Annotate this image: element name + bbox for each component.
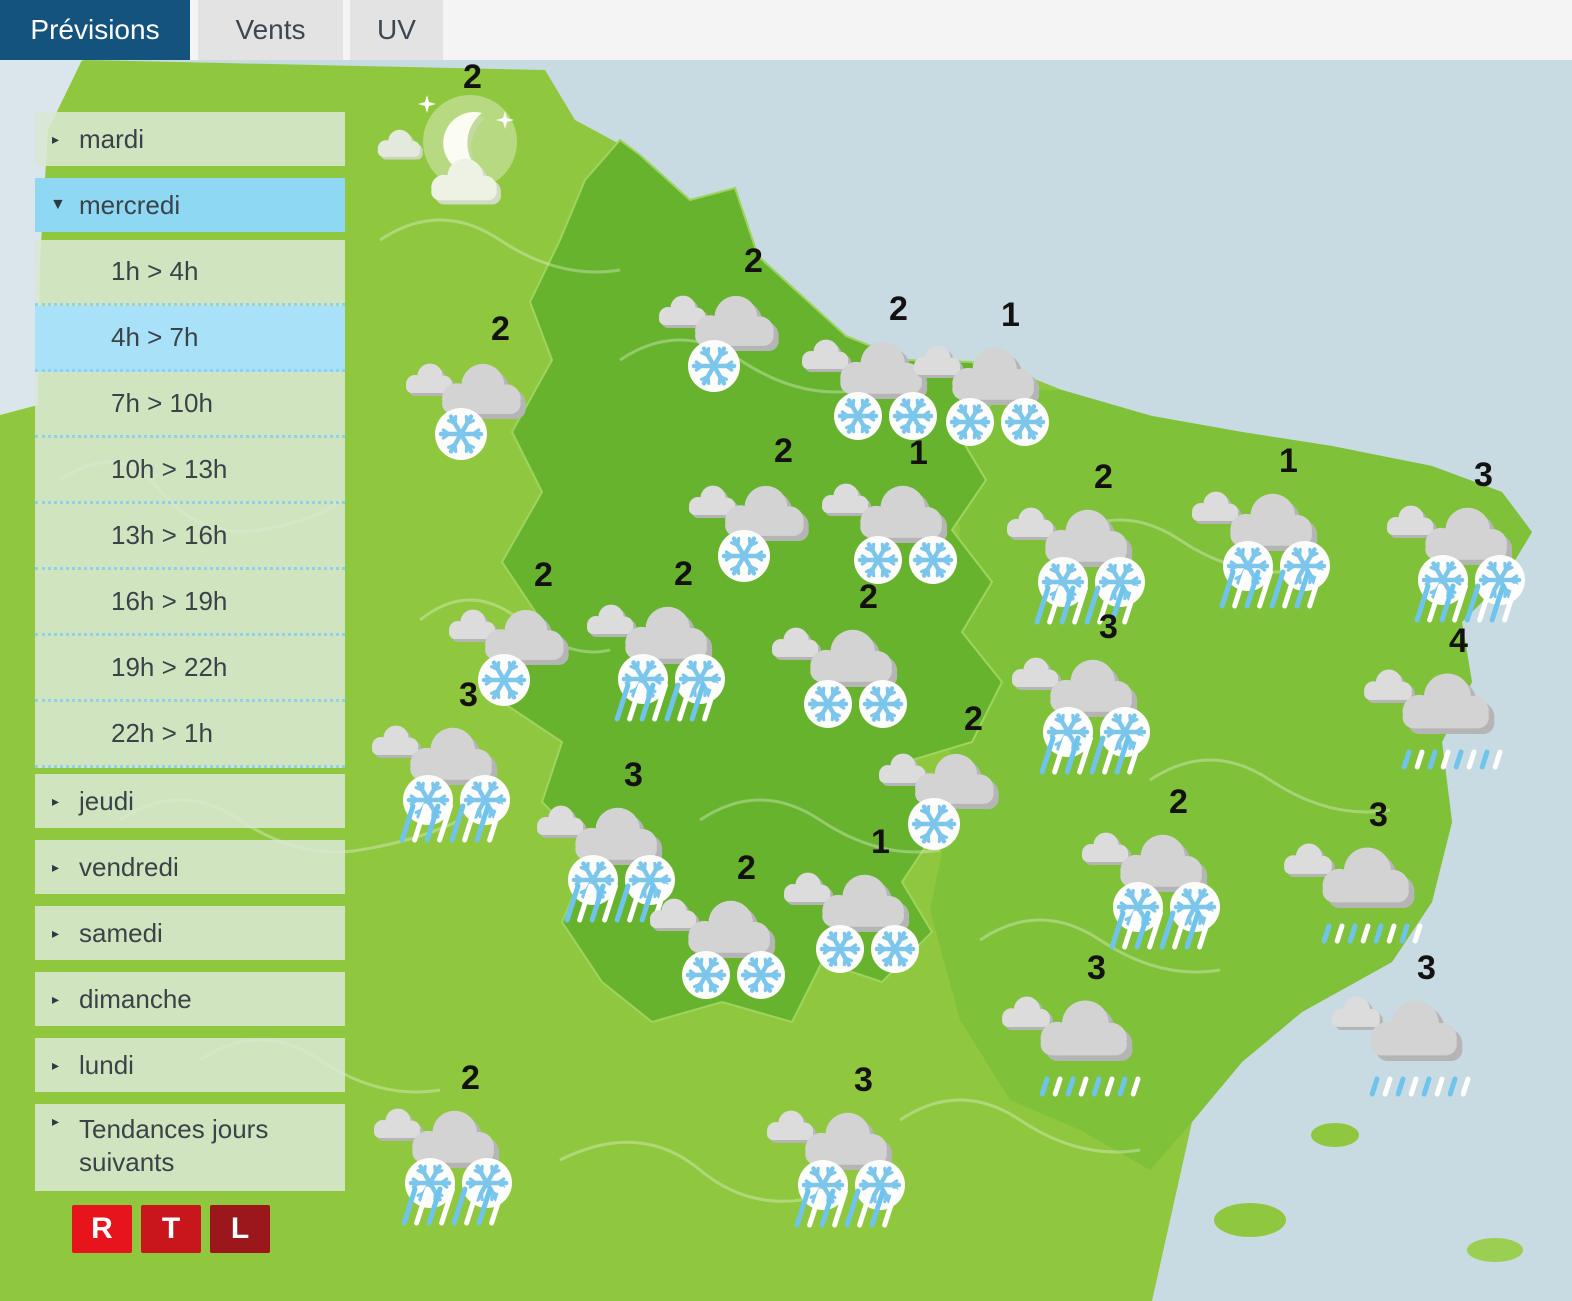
rtl-logo-letter-t: T: [141, 1205, 201, 1253]
sidebar-menu: ▸ mardi ▼ mercredi 1h > 4h 4h > 7h 7h > 10h 10h…: [35, 112, 345, 1191]
sidebar-item-label: 7h > 10h: [111, 388, 213, 418]
sidebar-item-slot-16h-19h[interactable]: 16h > 19h: [35, 570, 345, 636]
sidebar-item-mardi[interactable]: ▸ mardi: [35, 112, 345, 166]
chevron-right-icon: ▸: [52, 112, 59, 166]
chevron-right-icon: ▸: [52, 774, 59, 828]
rtl-logo-letter-r: R: [72, 1205, 132, 1253]
weather-app-screen: 22212212132223432323123323 Prévisions Ve…: [0, 0, 1572, 1301]
chevron-down-icon: ▼: [50, 178, 66, 232]
sidebar-item-slot-1h-4h[interactable]: 1h > 4h: [35, 240, 345, 306]
rtl-logo[interactable]: RTL: [72, 1205, 382, 1253]
sidebar-item-label: lundi: [79, 1050, 134, 1080]
chevron-right-icon: ▸: [52, 906, 59, 960]
sidebar-item-label: 1h > 4h: [111, 256, 198, 286]
sidebar-item-label: 22h > 1h: [111, 718, 213, 748]
sidebar-item-label: 16h > 19h: [111, 586, 227, 616]
sidebar-item-vendredi[interactable]: ▸ vendredi: [35, 840, 345, 894]
sidebar-item-samedi[interactable]: ▸ samedi: [35, 906, 345, 960]
sidebar-item-label: 4h > 7h: [111, 322, 198, 352]
tab-bar: Prévisions Vents UV: [0, 0, 1572, 60]
chevron-right-icon: ▸: [52, 1113, 59, 1131]
sidebar-item-label: 19h > 22h: [111, 652, 227, 682]
sidebar-item-slot-10h-13h[interactable]: 10h > 13h: [35, 438, 345, 504]
sidebar-item-label: 10h > 13h: [111, 454, 227, 484]
sidebar-item-tendances[interactable]: ▸ Tendances jours suivants: [35, 1104, 345, 1191]
sidebar-item-label: mercredi: [79, 190, 180, 220]
sidebar-item-label: mardi: [79, 124, 144, 154]
chevron-right-icon: ▸: [52, 972, 59, 1026]
sidebar-item-slot-4h-7h[interactable]: 4h > 7h: [35, 306, 345, 372]
sidebar-item-label: vendredi: [79, 852, 179, 882]
sidebar-item-label: samedi: [79, 918, 163, 948]
tab-previsions[interactable]: Prévisions: [0, 0, 190, 60]
sidebar-item-slot-19h-22h[interactable]: 19h > 22h: [35, 636, 345, 702]
rtl-logo-letter-l: L: [210, 1205, 270, 1253]
sidebar-item-slot-22h-1h[interactable]: 22h > 1h: [35, 702, 345, 768]
sidebar-item-label: dimanche: [79, 984, 192, 1014]
sidebar: ▸ mardi ▼ mercredi 1h > 4h 4h > 7h 7h > 10h 10h…: [35, 112, 345, 1251]
sidebar-item-slot-7h-10h[interactable]: 7h > 10h: [35, 372, 345, 438]
tab-uv[interactable]: UV: [350, 0, 443, 60]
sidebar-item-dimanche[interactable]: ▸ dimanche: [35, 972, 345, 1026]
tab-vents[interactable]: Vents: [198, 0, 343, 60]
sidebar-item-lundi[interactable]: ▸ lundi: [35, 1038, 345, 1092]
sidebar-item-mercredi[interactable]: ▼ mercredi: [35, 178, 345, 232]
chevron-right-icon: ▸: [52, 1038, 59, 1092]
chevron-right-icon: ▸: [52, 840, 59, 894]
sidebar-item-label: jeudi: [79, 786, 134, 816]
sidebar-item-jeudi[interactable]: ▸ jeudi: [35, 774, 345, 828]
sidebar-item-label: 13h > 16h: [111, 520, 227, 550]
sidebar-item-label: Tendances jours suivants: [79, 1114, 268, 1177]
sidebar-item-slot-13h-16h[interactable]: 13h > 16h: [35, 504, 345, 570]
